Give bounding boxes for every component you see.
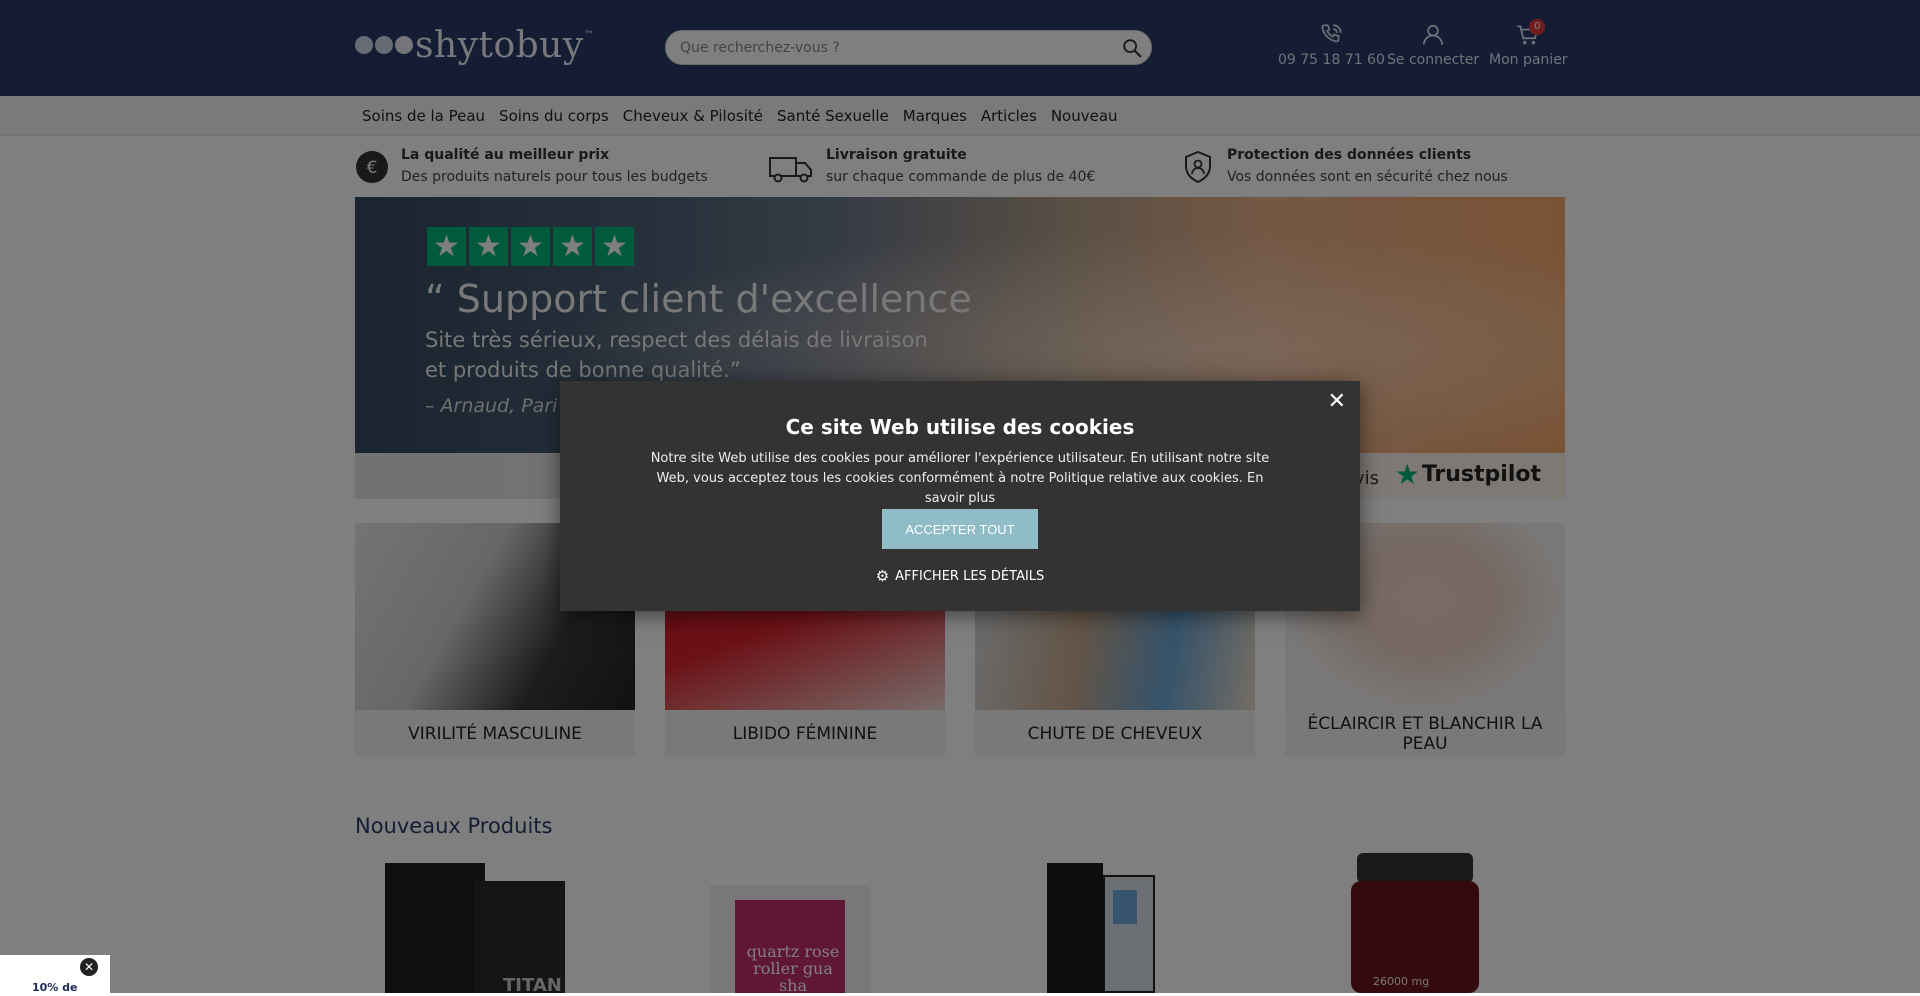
promo-badge[interactable]: ✕ 10% de bbox=[0, 955, 110, 994]
accept-all-button[interactable]: ACCEPTER TOUT bbox=[882, 509, 1038, 549]
gear-icon: ⚙ bbox=[875, 567, 890, 585]
show-details-button[interactable]: ⚙ AFFICHER LES DÉTAILS bbox=[560, 567, 1360, 585]
cookie-dialog: ✕ Ce site Web utilise des cookies Notre … bbox=[560, 381, 1360, 611]
cookie-text: Notre site Web utilise des cookies pour … bbox=[650, 451, 1270, 506]
close-icon[interactable]: ✕ bbox=[1328, 389, 1346, 414]
close-icon[interactable]: ✕ bbox=[80, 958, 98, 976]
cookie-title: Ce site Web utilise des cookies bbox=[785, 415, 1135, 439]
promo-text: 10% de bbox=[32, 981, 78, 994]
show-details-label: AFFICHER LES DÉTAILS bbox=[895, 568, 1045, 584]
